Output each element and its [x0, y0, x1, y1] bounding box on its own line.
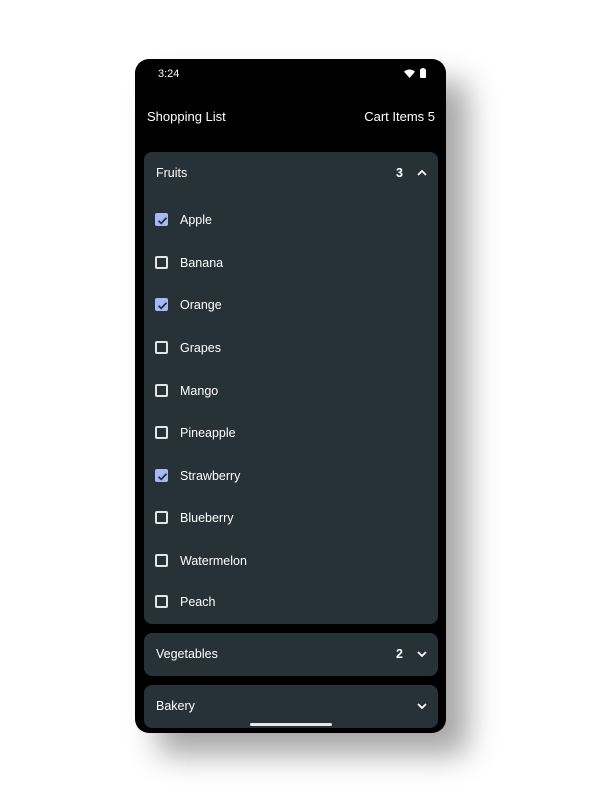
list-item[interactable]: Strawberry [144, 462, 438, 492]
cart-items-count: Cart Items 5 [364, 109, 435, 124]
checkbox[interactable] [155, 595, 168, 608]
item-label: Orange [180, 298, 222, 312]
item-label: Banana [180, 256, 224, 270]
section-title: Bakery [156, 699, 195, 713]
checkbox[interactable] [155, 426, 168, 439]
checkbox-checked[interactable] [155, 469, 168, 482]
check-icon [157, 473, 168, 481]
battery-icon [420, 68, 426, 78]
status-time: 3:24 [158, 68, 180, 80]
status-icons [404, 68, 426, 78]
app-header: Shopping List Cart Items 5 [135, 107, 446, 127]
section-header-vegetables[interactable]: Vegetables 2 [144, 633, 438, 676]
checkbox-checked[interactable] [155, 298, 168, 311]
page-title: Shopping List [147, 109, 226, 124]
checkbox[interactable] [155, 256, 168, 269]
list-item[interactable]: Pineapple [144, 419, 438, 449]
checkbox[interactable] [155, 341, 168, 354]
section-fruits: Fruits 3 Apple Banana Orange Grapes Mango Pin… [144, 152, 438, 624]
item-label: Apple [180, 213, 212, 227]
section-vegetables: Vegetables 2 [144, 633, 438, 676]
item-label: Strawberry [180, 469, 241, 483]
chevron-down-icon[interactable] [416, 700, 428, 712]
section-count: 3 [396, 166, 403, 180]
list-item[interactable]: Apple [144, 206, 438, 236]
chevron-up-icon[interactable] [416, 167, 428, 179]
section-header-bakery[interactable]: Bakery [144, 685, 438, 728]
checkbox[interactable] [155, 511, 168, 524]
item-label: Watermelon [180, 554, 247, 568]
check-icon [157, 217, 168, 225]
section-count: 2 [396, 647, 403, 661]
list-item[interactable]: Orange [144, 291, 438, 321]
checkbox-checked[interactable] [155, 213, 168, 226]
navigation-handle[interactable] [250, 723, 332, 726]
checkbox[interactable] [155, 384, 168, 397]
section-title: Fruits [156, 166, 188, 180]
check-icon [157, 302, 168, 310]
list-item[interactable]: Banana [144, 249, 438, 279]
item-label: Pineapple [180, 426, 236, 440]
section-bakery: Bakery [144, 685, 438, 728]
phone-screen: 3:24 Shopping List Cart Items 5 Fruits 3… [135, 59, 446, 733]
status-bar: 3:24 [135, 59, 446, 89]
list-item[interactable]: Peach [144, 588, 438, 618]
list-item[interactable]: Grapes [144, 334, 438, 364]
checkbox[interactable] [155, 554, 168, 567]
section-header-fruits[interactable]: Fruits 3 [144, 152, 438, 195]
wifi-icon [404, 69, 415, 78]
item-label: Mango [180, 384, 219, 398]
section-title: Vegetables [156, 647, 218, 661]
list-item[interactable]: Mango [144, 377, 438, 407]
chevron-down-icon[interactable] [416, 648, 428, 660]
item-label: Peach [180, 595, 216, 609]
item-label: Blueberry [180, 511, 234, 525]
list-item[interactable]: Watermelon [144, 547, 438, 577]
list-item[interactable]: Blueberry [144, 504, 438, 534]
item-label: Grapes [180, 341, 221, 355]
